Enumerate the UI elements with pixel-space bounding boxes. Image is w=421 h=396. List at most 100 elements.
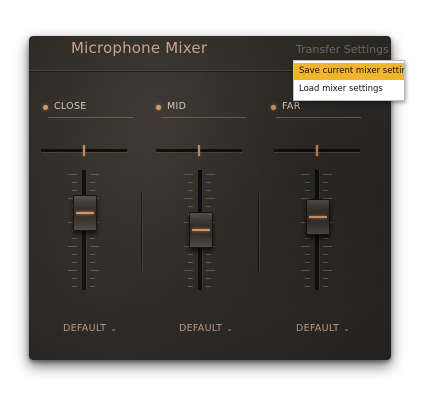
fader-tick (206, 206, 211, 207)
volume-fader-close[interactable] (56, 170, 112, 294)
fader-tick (90, 254, 95, 255)
pan-slider-mid[interactable] (156, 145, 242, 156)
fader-tick (188, 286, 193, 287)
fader-tick (90, 174, 99, 175)
fader-tick (188, 206, 193, 207)
fader-tick (206, 286, 211, 287)
led-dot-icon (271, 105, 276, 110)
menu-item-load-settings[interactable]: Load mixer settings (294, 81, 404, 98)
fader-tick (90, 182, 95, 183)
fader-tick (323, 182, 328, 183)
fader-cap[interactable] (73, 195, 97, 231)
volume-fader-far[interactable] (289, 170, 345, 294)
fader-cap[interactable] (189, 212, 213, 248)
fader-tick (72, 286, 77, 287)
channel-header-mid[interactable]: MID (156, 100, 246, 118)
fader-cap[interactable] (306, 199, 330, 235)
fader-tick (90, 238, 95, 239)
preset-label: DEFAULT (296, 323, 340, 334)
channel-underline (48, 117, 133, 118)
fader-tick (90, 278, 95, 279)
fader-tick (305, 286, 310, 287)
fader-tick (323, 270, 332, 271)
pan-knob[interactable] (198, 145, 200, 156)
channel-header-far[interactable]: FAR (271, 100, 361, 118)
fader-tick (305, 238, 310, 239)
menu-item-save-settings[interactable]: Save current mixer settings (294, 63, 404, 80)
chevron-down-icon: ⌄ (110, 324, 118, 333)
fader-tick (72, 262, 77, 263)
fader-tick (68, 270, 77, 271)
fader-tick (72, 254, 77, 255)
fader-tick (301, 174, 310, 175)
led-dot-icon (156, 105, 161, 110)
fader-tick (188, 262, 193, 263)
fader-tick (305, 278, 310, 279)
fader-tick (323, 174, 332, 175)
channel-separator (258, 193, 259, 273)
fader-tick (90, 262, 95, 263)
fader-tick (305, 190, 310, 191)
fader-tick (68, 246, 77, 247)
pan-knob[interactable] (83, 145, 85, 156)
channel-label-close: CLOSE (54, 101, 87, 112)
fader-tick (323, 254, 328, 255)
fader-tick (188, 278, 193, 279)
pan-slider-far[interactable] (274, 145, 360, 156)
panel-title: Microphone Mixer (71, 39, 208, 57)
fader-tick (301, 246, 310, 247)
fader-tick (184, 174, 193, 175)
channel-underline (276, 117, 361, 118)
channel-label-far: FAR (282, 101, 301, 112)
fader-tick (72, 182, 77, 183)
fader-cap-indicator (192, 229, 210, 231)
preset-dropdown-mid[interactable]: DEFAULT ⌄ (179, 323, 233, 334)
fader-tick (301, 270, 310, 271)
fader-tick (323, 190, 328, 191)
transfer-settings-menu-button[interactable]: Transfer Settings (296, 43, 389, 56)
preset-label: DEFAULT (63, 323, 107, 334)
led-dot-icon (43, 105, 48, 110)
pan-slider-close[interactable] (41, 145, 127, 156)
fader-tick (206, 198, 215, 199)
fader-tick (72, 238, 77, 239)
fader-tick (72, 278, 77, 279)
fader-tick (188, 182, 193, 183)
fader-tick (184, 198, 193, 199)
fader-tick (206, 182, 211, 183)
fader-tick (188, 190, 193, 191)
preset-dropdown-far[interactable]: DEFAULT ⌄ (296, 323, 350, 334)
pan-knob[interactable] (316, 145, 318, 156)
channel-header-close[interactable]: CLOSE (43, 100, 133, 118)
volume-fader-mid[interactable] (172, 170, 228, 294)
chevron-down-icon: ⌄ (343, 324, 351, 333)
fader-tick (305, 254, 310, 255)
fader-tick (206, 174, 215, 175)
channel-label-mid: MID (167, 101, 187, 112)
fader-cap-indicator (309, 216, 327, 218)
fader-tick (206, 254, 211, 255)
fader-tick (90, 190, 95, 191)
fader-cap-indicator (76, 212, 94, 214)
channel-underline (161, 117, 246, 118)
channel-separator (141, 193, 142, 273)
fader-tick (206, 270, 215, 271)
fader-tick (323, 238, 328, 239)
chevron-down-icon: ⌄ (226, 324, 234, 333)
fader-tick (188, 254, 193, 255)
fader-tick (323, 246, 332, 247)
fader-tick (323, 262, 328, 263)
preset-dropdown-close[interactable]: DEFAULT ⌄ (63, 323, 117, 334)
fader-tick (305, 262, 310, 263)
fader-tick (90, 286, 95, 287)
fader-tick (90, 246, 99, 247)
transfer-settings-dropdown: Save current mixer settings Load mixer s… (293, 60, 405, 101)
fader-tick (90, 270, 99, 271)
fader-tick (323, 278, 328, 279)
fader-tick (305, 182, 310, 183)
preset-label: DEFAULT (179, 323, 223, 334)
fader-tick (206, 262, 211, 263)
fader-tick (206, 190, 211, 191)
fader-tick (72, 190, 77, 191)
fader-tick (68, 174, 77, 175)
